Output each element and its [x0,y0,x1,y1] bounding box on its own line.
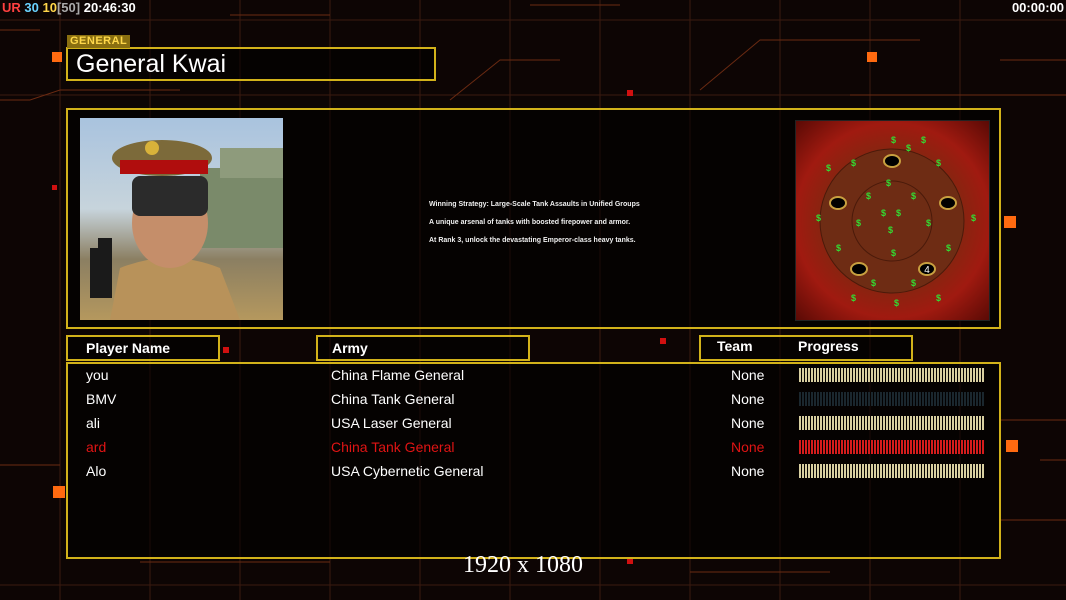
general-portrait [80,118,283,320]
player-name-header: Player Name [86,340,171,356]
general-strategy: Winning Strategy: Large-Scale Tank Assau… [429,196,640,250]
player-row: BMV China Tank General None [68,388,999,412]
general-title-box: General Kwai [66,47,436,81]
decor-dot [1004,216,1016,228]
player-team: None [731,439,765,455]
hud-clock: 20:46:30 [83,0,136,15]
svg-text:$: $ [891,135,896,145]
svg-text:$: $ [936,158,941,168]
hud-value-3: [50] [56,0,81,15]
hud-value-2: 10 [42,0,57,15]
general-tag: GENERAL [67,35,131,48]
progress-bar [799,464,984,478]
svg-text:$: $ [881,208,886,218]
svg-text:$: $ [911,191,916,201]
player-army: China Tank General [331,391,455,407]
decor-dot [52,185,57,190]
map-preview: 4 $ $ $ $ $ $ $ $ $ $ $ $ $ $ $ $ $ $ $ $ $ $ $ $ [795,120,990,321]
svg-text:$: $ [826,163,831,173]
svg-text:$: $ [886,178,891,188]
strategy-line: Winning Strategy: Large-Scale Tank Assau… [429,201,640,208]
player-row: ali USA Laser General None [68,412,999,436]
player-name: you [86,367,109,383]
decor-dot [52,52,62,62]
hud-ur-label: UR [2,0,21,15]
decor-dot [627,90,633,96]
player-army: USA Laser General [331,415,452,431]
general-info-panel: Winning Strategy: Large-Scale Tank Assau… [66,108,1001,329]
svg-text:$: $ [946,243,951,253]
player-row: Alo USA Cybernetic General None [68,460,999,484]
player-team: None [731,391,765,407]
progress-bar [799,440,984,454]
team-header: Team [717,338,753,354]
player-list: you China Flame General None BMV China Tank … [66,362,1001,559]
svg-text:$: $ [906,143,911,153]
map-preview-image: 4 $ $ $ $ $ $ $ $ $ $ $ $ $ $ $ $ $ $ $ $ $ $ $ $ [816,135,976,308]
progress-header: Progress [798,338,859,354]
army-header: Army [332,340,368,356]
svg-text:$: $ [894,298,899,308]
svg-text:$: $ [871,278,876,288]
svg-text:$: $ [856,218,861,228]
svg-text:$: $ [836,243,841,253]
player-team: None [731,367,765,383]
player-team: None [731,415,765,431]
player-army: China Flame General [331,367,465,383]
player-army: China Tank General [331,439,455,455]
progress-bar [799,368,984,382]
general-name: General Kwai [76,50,227,78]
svg-text:$: $ [936,293,941,303]
svg-text:$: $ [911,278,916,288]
player-army: USA Cybernetic General [331,463,484,479]
player-name: Alo [86,463,107,479]
player-row: ard China Tank General None [68,436,999,460]
resolution-label: 1920 x 1080 [463,552,583,578]
general-portrait-image [90,140,283,320]
player-row: you China Flame General None [68,364,999,388]
decor-dot [660,338,666,344]
svg-text:$: $ [866,191,871,201]
svg-text:$: $ [896,208,901,218]
svg-text:$: $ [921,135,926,145]
decor-dot [1006,440,1018,452]
svg-text:$: $ [851,158,856,168]
decor-dot [867,52,877,62]
player-name: BMV [86,391,117,407]
svg-text:$: $ [971,213,976,223]
progress-bar [799,416,984,430]
svg-text:$: $ [926,218,931,228]
strategy-line: At Rank 3, unlock the devastating Empero… [429,237,636,244]
decor-dot [53,486,65,498]
map-player-marker: 4 [924,265,930,276]
svg-text:$: $ [816,213,821,223]
decor-dot [223,347,229,353]
player-name: ard [86,439,107,455]
army-header-box: Army [316,335,530,361]
player-name: ali [86,415,101,431]
svg-text:$: $ [891,248,896,258]
svg-text:$: $ [888,225,893,235]
team-progress-header-box: Team Progress [699,335,913,361]
hud-value-1: 30 [24,0,39,15]
player-team: None [731,463,765,479]
strategy-line: A unique arsenal of tanks with boosted f… [429,219,631,226]
player-name-header-box: Player Name [66,335,220,361]
svg-text:$: $ [851,293,856,303]
hud-stats: UR 30 10[50] 20:46:30 [2,0,136,15]
hud-timer: 00:00:00 [1011,0,1064,15]
progress-bar [799,392,984,406]
